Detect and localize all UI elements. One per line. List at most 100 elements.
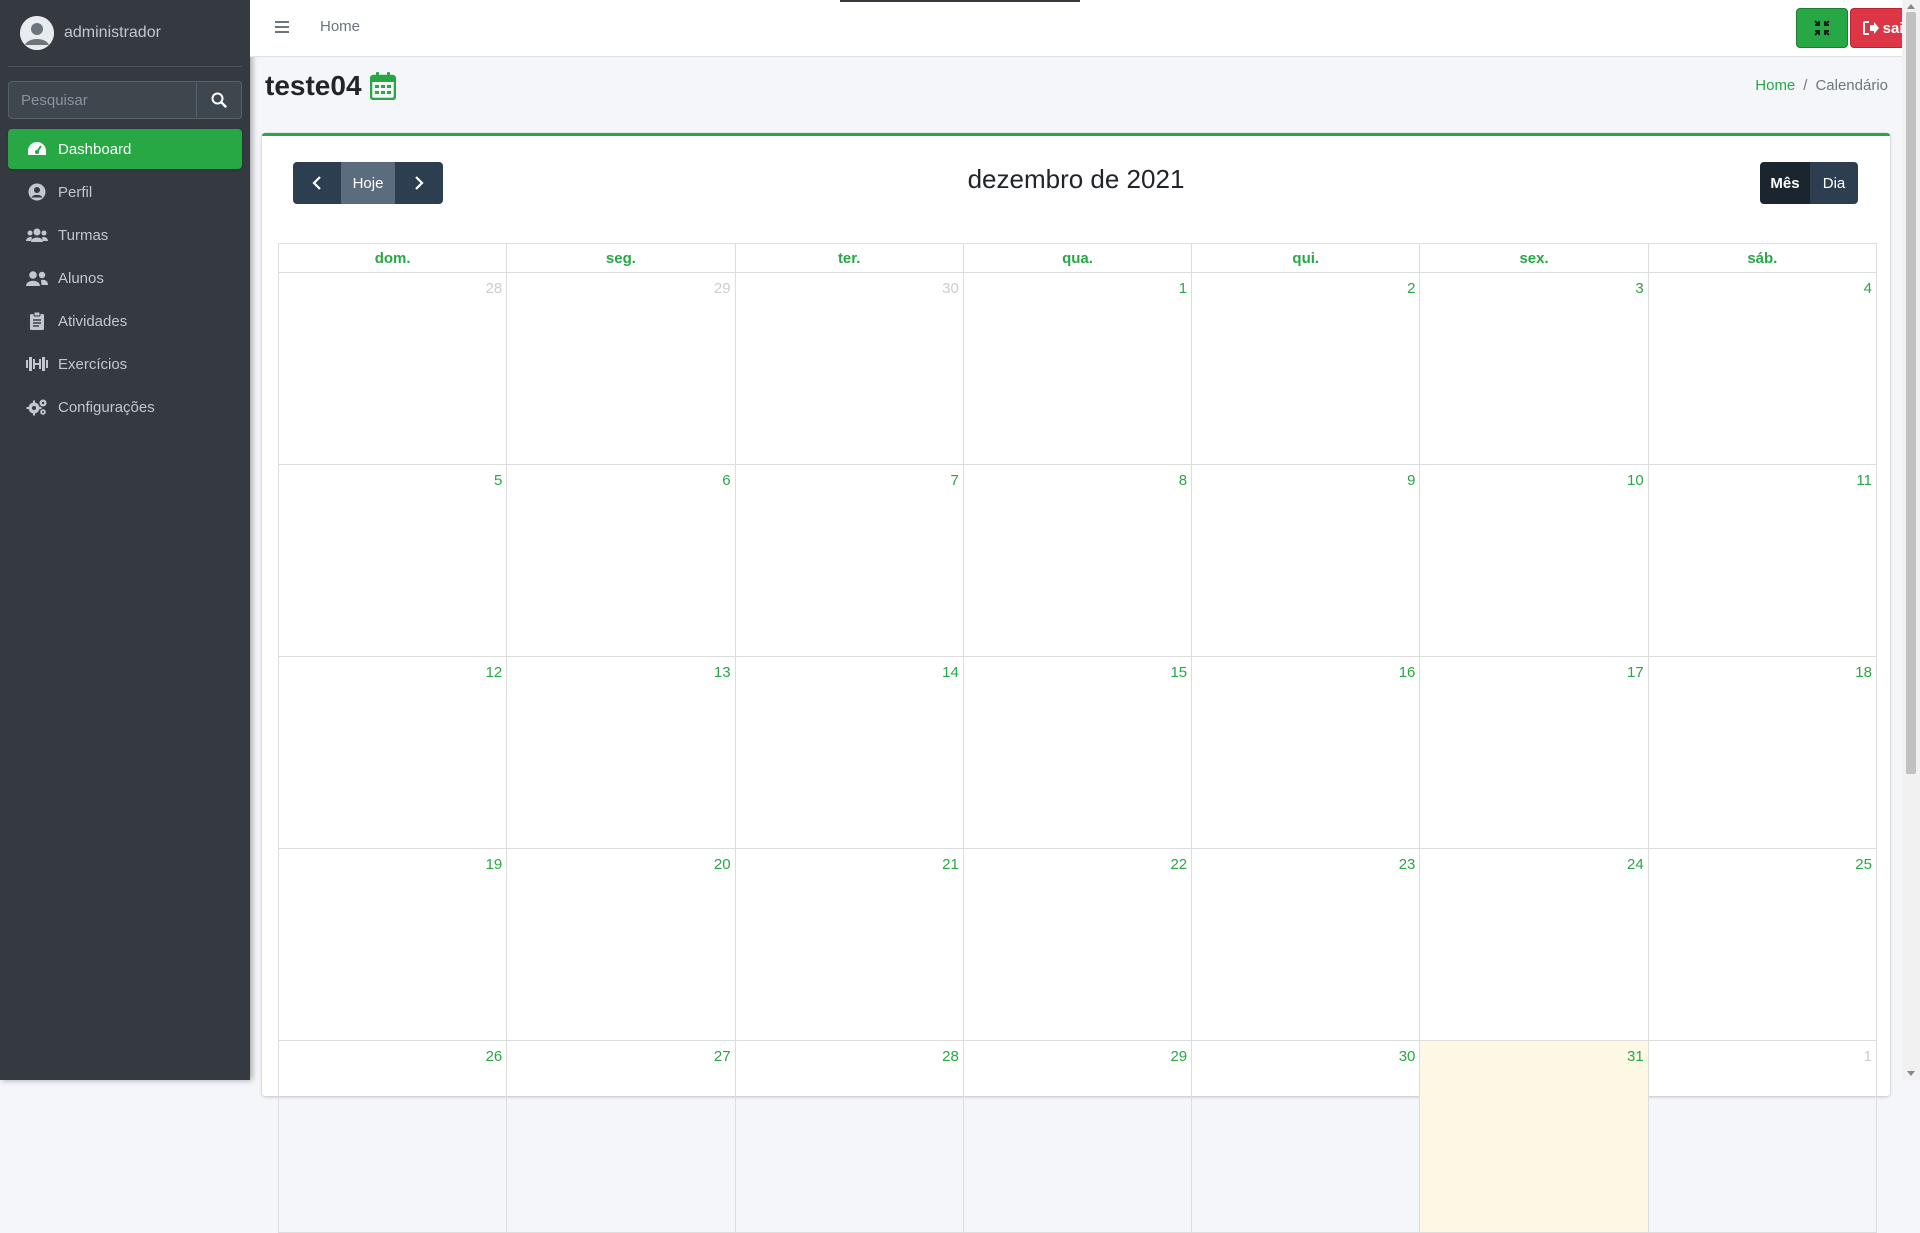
- avatar[interactable]: [20, 16, 54, 50]
- day-number[interactable]: 10: [1627, 472, 1644, 489]
- day-number[interactable]: 29: [1170, 1048, 1187, 1065]
- day-number[interactable]: 30: [942, 280, 959, 297]
- calendar-day-cell[interactable]: 2: [1192, 273, 1421, 465]
- calendar-day-cell[interactable]: 20: [507, 849, 736, 1041]
- calendar-day-cell[interactable]: 5: [279, 465, 508, 657]
- calendar-day-cell[interactable]: 9: [1192, 465, 1421, 657]
- sidebar-item-perfil[interactable]: Perfil: [8, 172, 242, 212]
- calendar-day-cell-today[interactable]: 31: [1420, 1041, 1649, 1233]
- sign-out-icon: [1862, 21, 1879, 35]
- calendar-day-cell[interactable]: 26: [279, 1041, 508, 1233]
- page-scrollbar[interactable]: [1902, 0, 1920, 1080]
- day-number[interactable]: 17: [1627, 664, 1644, 681]
- day-number[interactable]: 4: [1864, 280, 1872, 297]
- page-title: teste04: [265, 70, 362, 101]
- calendar-day-cell[interactable]: 8: [963, 465, 1193, 657]
- scrollbar-thumb[interactable]: [1906, 12, 1916, 774]
- calendar-day-cell[interactable]: 23: [1192, 849, 1421, 1041]
- calendar-day-cell[interactable]: 28: [279, 273, 508, 465]
- day-number[interactable]: 8: [1179, 472, 1187, 489]
- calendar-day-cell[interactable]: 29: [963, 1041, 1193, 1233]
- day-number[interactable]: 23: [1399, 856, 1416, 873]
- day-number[interactable]: 9: [1407, 472, 1415, 489]
- next-month-button[interactable]: [395, 162, 443, 204]
- day-number[interactable]: 31: [1627, 1048, 1644, 1065]
- calendar-day-cell[interactable]: 24: [1420, 849, 1649, 1041]
- sidebar-item-atividades[interactable]: Atividades: [8, 301, 242, 341]
- day-number[interactable]: 1: [1864, 1048, 1872, 1065]
- calendar-day-cell[interactable]: 30: [1192, 1041, 1421, 1233]
- hamburger-icon: [275, 21, 289, 33]
- day-number[interactable]: 11: [1856, 472, 1872, 489]
- day-number[interactable]: 25: [1855, 856, 1872, 873]
- day-number[interactable]: 28: [486, 280, 503, 297]
- day-number[interactable]: 1: [1179, 280, 1187, 297]
- day-number[interactable]: 6: [722, 472, 730, 489]
- calendar-day-cell[interactable]: 22: [963, 849, 1193, 1041]
- calendar-day-cell[interactable]: 27: [507, 1041, 736, 1233]
- calendar-day-cell[interactable]: 19: [279, 849, 508, 1041]
- sidebar-item-alunos[interactable]: Alunos: [8, 258, 242, 298]
- scroll-down-arrow-icon[interactable]: [1907, 1071, 1915, 1076]
- user-name[interactable]: administrador: [64, 24, 161, 42]
- search-button[interactable]: [196, 81, 242, 119]
- calendar-day-cell[interactable]: 13: [507, 657, 736, 849]
- calendar-day-cell[interactable]: 30: [735, 273, 964, 465]
- day-number[interactable]: 21: [942, 856, 959, 873]
- day-number[interactable]: 28: [942, 1048, 959, 1065]
- dumbbell-icon: [26, 354, 48, 374]
- scroll-up-arrow-icon[interactable]: [1907, 4, 1915, 9]
- calendar-day-cell[interactable]: 21: [735, 849, 964, 1041]
- day-view-button[interactable]: Dia: [1810, 162, 1858, 204]
- day-number[interactable]: 20: [714, 856, 731, 873]
- search-input[interactable]: [8, 81, 196, 119]
- calendar-day-cell[interactable]: 15: [963, 657, 1193, 849]
- calendar-day-cell[interactable]: 10: [1420, 465, 1649, 657]
- day-number[interactable]: 18: [1855, 664, 1872, 681]
- today-button[interactable]: Hoje: [341, 162, 395, 204]
- top-home-link[interactable]: Home: [320, 18, 360, 35]
- day-number[interactable]: 16: [1399, 664, 1416, 681]
- day-number[interactable]: 19: [486, 856, 503, 873]
- calendar-day-cell[interactable]: 11: [1648, 465, 1877, 657]
- day-number[interactable]: 30: [1399, 1048, 1416, 1065]
- day-number[interactable]: 5: [494, 472, 502, 489]
- month-view-button[interactable]: Mês: [1760, 162, 1810, 204]
- day-number[interactable]: 15: [1170, 664, 1187, 681]
- day-number[interactable]: 27: [714, 1048, 731, 1065]
- sidebar-item-dashboard[interactable]: Dashboard: [8, 129, 242, 169]
- day-number[interactable]: 12: [486, 664, 503, 681]
- day-number[interactable]: 24: [1627, 856, 1644, 873]
- breadcrumb-home-link[interactable]: Home: [1755, 77, 1795, 94]
- calendar-day-cell[interactable]: 14: [735, 657, 964, 849]
- prev-month-button[interactable]: [293, 162, 341, 204]
- day-number[interactable]: 3: [1635, 280, 1643, 297]
- calendar-grid: dom. seg. ter. qua. qui. sex. sáb. 28 29…: [278, 243, 1877, 1233]
- day-number[interactable]: 2: [1407, 280, 1415, 297]
- calendar-day-cell[interactable]: 12: [279, 657, 508, 849]
- calendar-day-cell[interactable]: 28: [735, 1041, 964, 1233]
- calendar-day-cell[interactable]: 7: [735, 465, 964, 657]
- sidebar-item-exercicios[interactable]: Exercícios: [8, 344, 242, 384]
- calendar-day-cell[interactable]: 3: [1420, 273, 1649, 465]
- calendar-day-cell[interactable]: 4: [1648, 273, 1877, 465]
- calendar-day-cell[interactable]: 29: [507, 273, 736, 465]
- day-number[interactable]: 13: [714, 664, 731, 681]
- day-number[interactable]: 22: [1170, 856, 1187, 873]
- day-number[interactable]: 14: [942, 664, 959, 681]
- day-number[interactable]: 26: [486, 1048, 503, 1065]
- sidebar-item-configuracoes[interactable]: Configurações: [8, 387, 242, 427]
- day-number[interactable]: 29: [714, 280, 731, 297]
- calendar-day-cell[interactable]: 25: [1648, 849, 1877, 1041]
- calendar-day-cell[interactable]: 1: [963, 273, 1193, 465]
- sidebar-item-turmas[interactable]: Turmas: [8, 215, 242, 255]
- cogs-icon: [26, 397, 48, 417]
- calendar-day-cell[interactable]: 1: [1648, 1041, 1877, 1233]
- menu-toggle-button[interactable]: [272, 17, 294, 37]
- fullscreen-button[interactable]: [1796, 8, 1848, 48]
- calendar-day-cell[interactable]: 17: [1420, 657, 1649, 849]
- calendar-day-cell[interactable]: 16: [1192, 657, 1421, 849]
- day-number[interactable]: 7: [951, 472, 959, 489]
- calendar-day-cell[interactable]: 18: [1648, 657, 1877, 849]
- calendar-day-cell[interactable]: 6: [507, 465, 736, 657]
